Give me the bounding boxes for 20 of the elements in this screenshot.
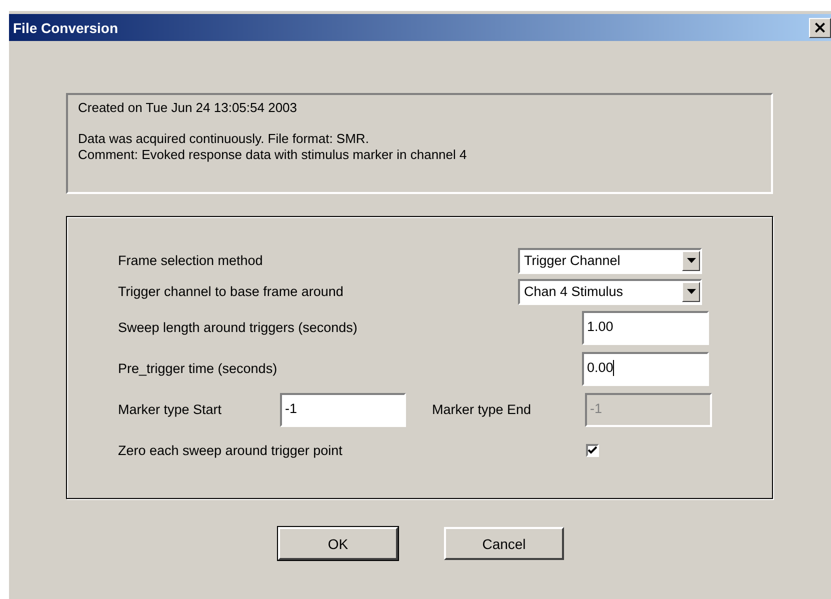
- input-field[interactable]: 0.00: [582, 352, 709, 386]
- input-field[interactable]: 1.00: [582, 310, 709, 344]
- field-label: Trigger channel to base frame around: [118, 284, 344, 299]
- info-text: Data was acquired continuously. File format: SMR.: [78, 131, 370, 147]
- info-text: Comment: Evoked response data with stimulus marker in channel 4: [78, 147, 468, 163]
- dropdown[interactable]: Chan 4 Stimulus: [518, 278, 702, 304]
- field-label: Marker type Start: [118, 402, 223, 417]
- dialog-button[interactable]: Cancel: [444, 527, 564, 560]
- checkbox[interactable]: [586, 444, 599, 457]
- info-text: Created on Tue Jun 24 13:05:54 2003: [78, 100, 298, 116]
- field-label: Marker type End: [432, 402, 532, 417]
- dialog-button[interactable]: OK: [278, 527, 398, 560]
- dropdown[interactable]: Trigger Channel: [518, 248, 702, 274]
- window-title: File Conversion: [13, 20, 118, 36]
- field-label: Frame selection method: [118, 253, 264, 268]
- field-label: Pre_trigger time (seconds): [118, 361, 278, 376]
- field-label: Sweep length around triggers (seconds): [118, 320, 358, 335]
- input-field[interactable]: -1: [280, 392, 406, 426]
- checkbox-label: Zero each sweep around trigger point: [118, 443, 344, 458]
- close-button[interactable]: ×: [809, 18, 831, 38]
